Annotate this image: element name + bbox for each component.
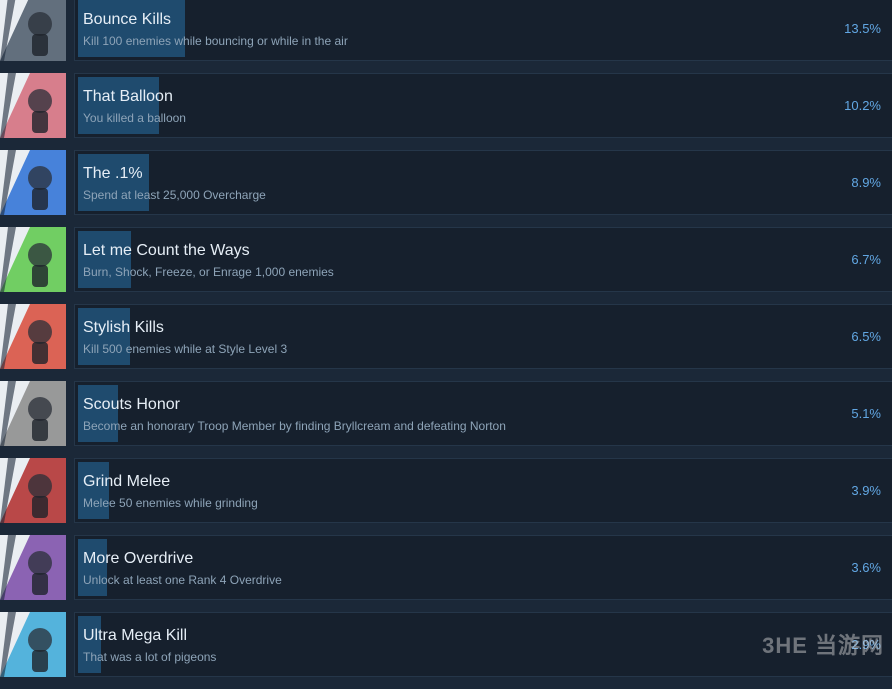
achievement-row[interactable]: Grind Melee Melee 50 enemies while grindi… — [0, 458, 892, 523]
unlock-percent: 3.9% — [851, 483, 881, 498]
unlock-percent: 3.6% — [851, 560, 881, 575]
stylish-kills-icon — [0, 304, 66, 369]
achievement-panel: Bounce Kills Kill 100 enemies while bounc… — [74, 0, 892, 61]
achievement-description: Unlock at least one Rank 4 Overdrive — [83, 573, 282, 587]
achievement-description: Kill 100 enemies while bouncing or while… — [83, 34, 348, 48]
achievement-row[interactable]: More Overdrive Unlock at least one Rank 4… — [0, 535, 892, 600]
achievement-panel: The .1% Spend at least 25,000 Overcharge 8… — [74, 150, 892, 215]
achievement-panel: Let me Count the Ways Burn, Shock, Freeze… — [74, 227, 892, 292]
achievement-list: Bounce Kills Kill 100 enemies while bounc… — [0, 0, 892, 689]
achievement-name: Stylish Kills — [83, 319, 164, 336]
achievement-row[interactable]: Ultra Mega Kill That was a lot of pigeons… — [0, 612, 892, 677]
unlock-percent: 6.7% — [851, 252, 881, 267]
achievement-description: Kill 500 enemies while at Style Level 3 — [83, 342, 288, 356]
achievement-name: The .1% — [83, 165, 143, 182]
achievement-description: You killed a balloon — [83, 111, 186, 125]
achievement-name: Bounce Kills — [83, 11, 172, 28]
more-overdrive-icon — [0, 535, 66, 600]
bounce-kills-icon — [0, 0, 66, 61]
achievement-name: Ultra Mega Kill — [83, 627, 188, 644]
achievement-description: Melee 50 enemies while grinding — [83, 496, 258, 510]
achievement-row[interactable]: That Balloon You killed a balloon 10.2% — [0, 73, 892, 138]
unlock-percent: 6.5% — [851, 329, 881, 344]
achievement-name: Grind Melee — [83, 473, 171, 490]
achievement-description: Spend at least 25,000 Overcharge — [83, 188, 266, 202]
unlock-percent: 10.2% — [844, 98, 881, 113]
achievement-row[interactable]: The .1% Spend at least 25,000 Overcharge 8… — [0, 150, 892, 215]
achievement-description: Burn, Shock, Freeze, or Enrage 1,000 ene… — [83, 265, 334, 279]
achievement-panel: Grind Melee Melee 50 enemies while grindi… — [74, 458, 892, 523]
the-point-one-percent-icon — [0, 150, 66, 215]
unlock-percent: 13.5% — [844, 21, 881, 36]
achievement-panel: More Overdrive Unlock at least one Rank 4… — [74, 535, 892, 600]
achievement-description: Become an honorary Troop Member by findi… — [83, 419, 506, 433]
achievement-name: Let me Count the Ways — [83, 242, 250, 259]
achievement-name: Scouts Honor — [83, 396, 180, 413]
watermark: 3HE 当游网 — [762, 633, 884, 658]
count-the-ways-icon — [0, 227, 66, 292]
achievement-name: More Overdrive — [83, 550, 194, 567]
unlock-percent: 8.9% — [851, 175, 881, 190]
ultra-mega-kill-icon — [0, 612, 66, 677]
achievement-panel: That Balloon You killed a balloon 10.2% — [74, 73, 892, 138]
achievement-row[interactable]: Stylish Kills Kill 500 enemies while at S… — [0, 304, 892, 369]
achievement-row[interactable]: Bounce Kills Kill 100 enemies while bounc… — [0, 0, 892, 61]
achievement-row[interactable]: Scouts Honor Become an honorary Troop Mem… — [0, 381, 892, 446]
scouts-honor-icon — [0, 381, 66, 446]
unlock-percent: 5.1% — [851, 406, 881, 421]
achievement-row[interactable]: Let me Count the Ways Burn, Shock, Freeze… — [0, 227, 892, 292]
achievement-panel: Scouts Honor Become an honorary Troop Mem… — [74, 381, 892, 446]
grind-melee-icon — [0, 458, 66, 523]
achievement-panel: Stylish Kills Kill 500 enemies while at S… — [74, 304, 892, 369]
achievement-name: That Balloon — [83, 88, 173, 105]
that-balloon-icon — [0, 73, 66, 138]
achievement-description: That was a lot of pigeons — [83, 650, 217, 664]
